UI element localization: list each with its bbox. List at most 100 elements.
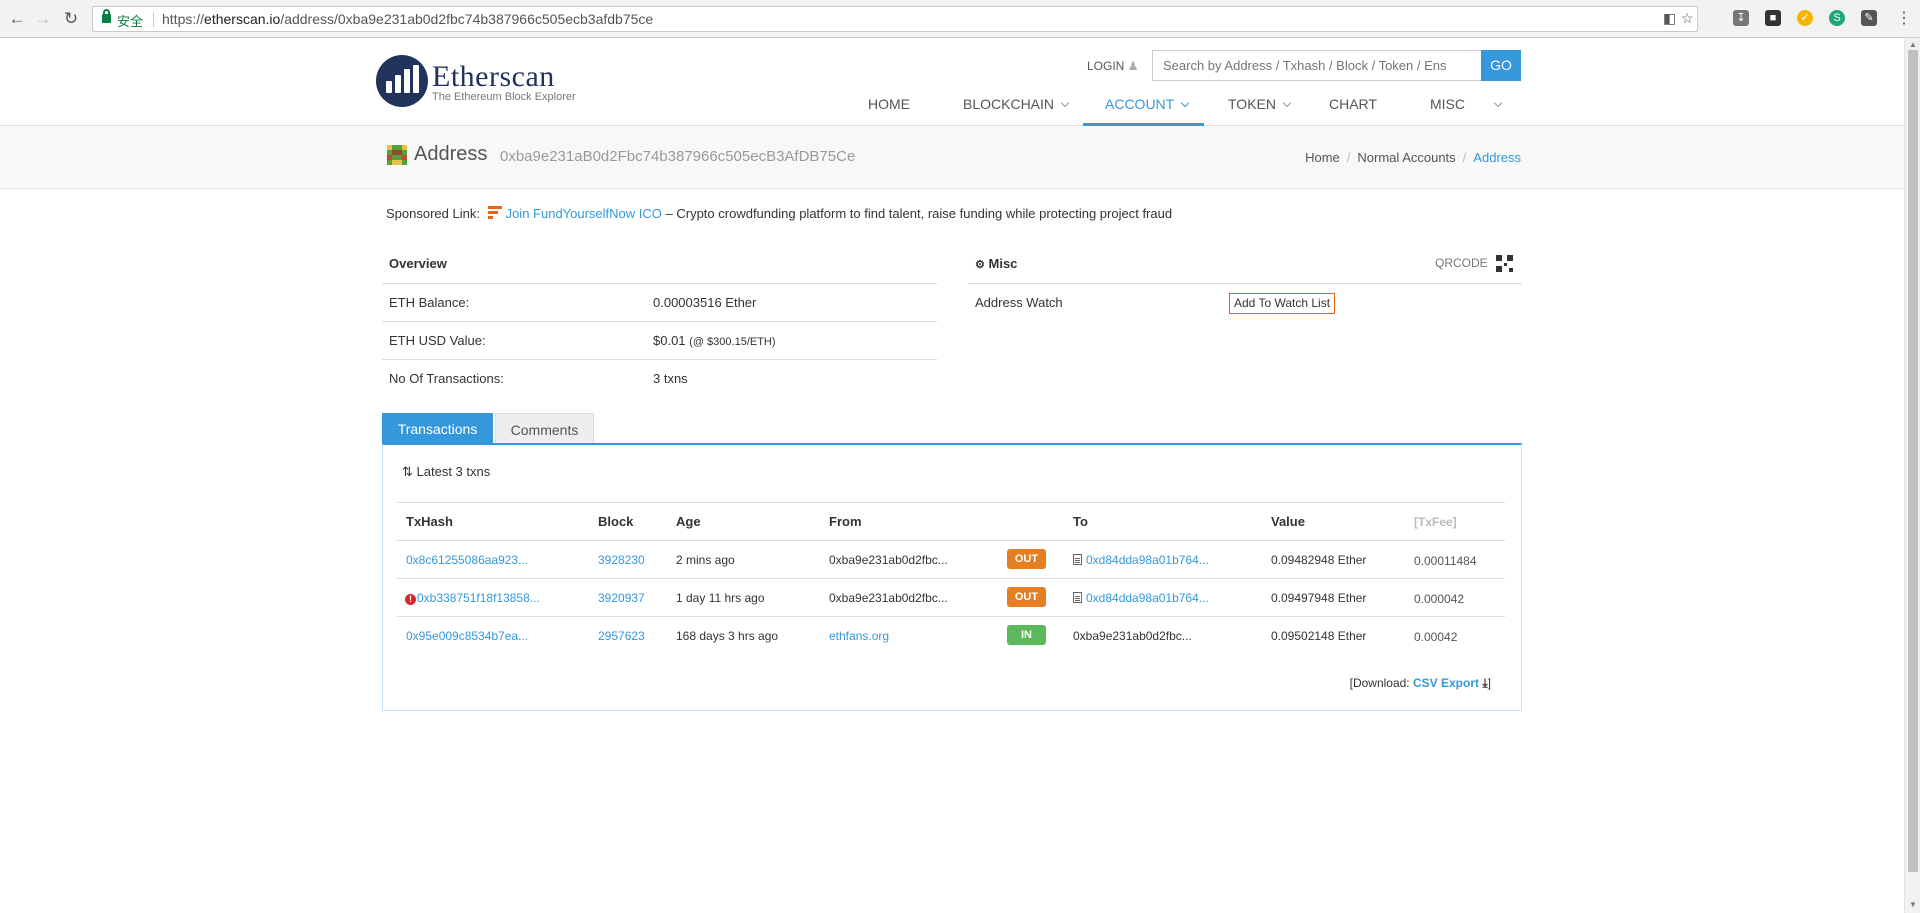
chevron-down-icon [1493, 98, 1503, 108]
tx-age: 1 day 11 hrs ago [676, 591, 765, 605]
browser-toolbar: ← → ↻ 安全 https://etherscan.io/address/0x… [0, 0, 1920, 38]
chrome-extension-icon[interactable]: ✓ [1797, 10, 1813, 26]
col-value: Value [1271, 514, 1305, 529]
tx-to-address: 0xd84dda98a01b764... [1086, 591, 1209, 605]
col-txfee[interactable]: [TxFee] [1414, 515, 1457, 529]
menu-home[interactable]: HOME [868, 96, 910, 112]
chevron-down-icon [1060, 98, 1070, 108]
sort-icon: ⇅ [402, 464, 413, 479]
menu-kebab-icon[interactable]: ⋮ [1893, 8, 1915, 30]
block-link[interactable]: 3928230 [598, 553, 645, 567]
tx-hash-text: 0xb338751f18f13858... [417, 591, 540, 605]
url-prefix: https:// [162, 11, 205, 27]
tx-to-link[interactable]: 0xd84dda98a01b764... [1073, 591, 1209, 605]
chevron-down-icon [1282, 98, 1292, 108]
tx-to: 0xba9e231ab0d2fbc... [1073, 629, 1192, 643]
forward-icon[interactable]: → [32, 8, 54, 30]
direction-in-badge: IN [1007, 625, 1046, 645]
fundyourselfnow-logo-icon [487, 205, 502, 221]
divider [397, 578, 1505, 579]
chevron-down-icon [1180, 98, 1190, 108]
reload-icon[interactable]: ↻ [60, 8, 82, 30]
divider [382, 359, 937, 360]
menu-token-label: TOKEN [1228, 96, 1276, 112]
divider [382, 321, 937, 322]
menu-chart-label: CHART [1329, 96, 1377, 112]
breadcrumb-normal-accounts[interactable]: Normal Accounts [1357, 150, 1455, 165]
sponsored-link: Sponsored Link: Join FundYourselfNow ICO… [386, 205, 1172, 221]
bookmark-star-icon[interactable]: ☆ [1681, 10, 1694, 27]
tx-hash-link[interactable]: 0x8c61255086aa923... [406, 553, 528, 567]
menu-account[interactable]: ACCOUNT [1105, 96, 1190, 112]
download-extension-icon[interactable]: ↧ [1733, 10, 1749, 26]
tx-from: 0xba9e231ab0d2fbc... [829, 591, 948, 605]
menu-home-label: HOME [868, 96, 910, 112]
site-header: Etherscan The Ethereum Block Explorer LO… [0, 38, 1904, 126]
address-bar[interactable]: 安全 https://etherscan.io/address/0xba9e23… [92, 6, 1698, 32]
search-go-button[interactable]: GO [1481, 50, 1521, 81]
url-text[interactable]: https://etherscan.io/address/0xba9e231ab… [162, 11, 653, 27]
scroll-thumb[interactable] [1908, 50, 1918, 872]
login-label: LOGIN [1087, 59, 1125, 73]
address-watch-label: Address Watch [975, 295, 1063, 310]
divider [382, 283, 937, 284]
eth-price: (@ $300.15/ETH) [689, 336, 776, 348]
eth-balance-value: 0.00003516 Ether [653, 295, 757, 310]
logo-name[interactable]: Etherscan [432, 60, 555, 94]
block-link[interactable]: 2957623 [598, 629, 645, 643]
tx-to-address: 0xd84dda98a01b764... [1086, 553, 1209, 567]
menu-chart[interactable]: CHART [1329, 96, 1377, 112]
tx-value: 0.09482948 Ether [1271, 553, 1367, 567]
misc-title-label: Misc [988, 256, 1018, 271]
divider [397, 540, 1505, 541]
page-address: 0xba9e231aB0d2Fbc74b387966c505ecB3AfDB75… [500, 148, 856, 165]
tx-to-link[interactable]: 0xd84dda98a01b764... [1073, 553, 1209, 567]
scroll-up-icon[interactable]: ▲ [1909, 40, 1917, 49]
menu-blockchain[interactable]: BLOCKCHAIN [963, 96, 1070, 112]
misc-title: ⚙ Misc [975, 256, 1017, 271]
address-identicon-icon [387, 145, 407, 165]
tx-hash-link[interactable]: ! 0xb338751f18f13858... [405, 591, 540, 605]
qrcode-icon[interactable] [1496, 255, 1513, 272]
sync-extension-icon[interactable]: S [1829, 10, 1845, 26]
sponsored-ico-link[interactable]: Join FundYourselfNow ICO [506, 206, 662, 221]
login-link[interactable]: LOGIN ♟ [1087, 59, 1138, 73]
tx-from-link[interactable]: ethfans.org [829, 629, 889, 643]
contract-icon [1073, 554, 1082, 565]
direction-out-badge: OUT [1007, 549, 1046, 569]
qrcode-link[interactable]: QRCODE [1435, 256, 1488, 270]
menu-token[interactable]: TOKEN [1228, 96, 1292, 112]
url-path: /address/0xba9e231ab0d2fbc74b387966c505e… [280, 11, 654, 27]
tx-value: 0.09502148 Ether [1271, 629, 1367, 643]
csv-export-link[interactable]: CSV Export ⤓ [1413, 676, 1488, 690]
search-input[interactable] [1152, 50, 1482, 81]
back-icon[interactable]: ← [6, 8, 28, 30]
menu-misc[interactable]: MISC [1430, 96, 1503, 112]
page-scrollbar[interactable]: ▲ ▼ [1904, 38, 1920, 913]
breadcrumb-home[interactable]: Home [1305, 150, 1340, 165]
download-suffix: ] [1487, 676, 1491, 690]
tx-count-label: No Of Transactions: [389, 371, 504, 386]
tx-fee: 0.00011484 [1414, 554, 1477, 568]
extension-icon[interactable]: ■ [1765, 10, 1781, 26]
add-to-watch-list-button[interactable]: Add To Watch List [1229, 293, 1336, 314]
col-from: From [829, 514, 862, 529]
pen-extension-icon[interactable]: ✎ [1861, 10, 1877, 26]
scroll-down-icon[interactable]: ▼ [1909, 900, 1917, 909]
url-host: etherscan.io [204, 11, 281, 27]
latest-txns: ⇅ Latest 3 txns [402, 464, 490, 480]
divider [397, 616, 1505, 617]
tab-comments[interactable]: Comments [495, 413, 594, 445]
download-csv: [Download: CSV Export ⤓] [1350, 676, 1491, 691]
breadcrumb-current: Address [1473, 150, 1521, 165]
sponsored-description: – Crypto crowdfunding platform to find t… [661, 206, 1173, 221]
tx-hash-link[interactable]: 0x95e009c8534b7ea... [406, 629, 528, 643]
etherscan-logo-icon[interactable] [376, 55, 428, 107]
tx-count-value: 3 txns [653, 371, 688, 386]
tx-fee: 0.00042 [1414, 630, 1458, 644]
translate-icon[interactable]: ◧ [1663, 10, 1676, 27]
col-to: To [1073, 514, 1088, 529]
tab-transactions[interactable]: Transactions [382, 413, 493, 445]
block-link[interactable]: 3920937 [598, 591, 645, 605]
tx-age: 2 mins ago [676, 553, 735, 567]
